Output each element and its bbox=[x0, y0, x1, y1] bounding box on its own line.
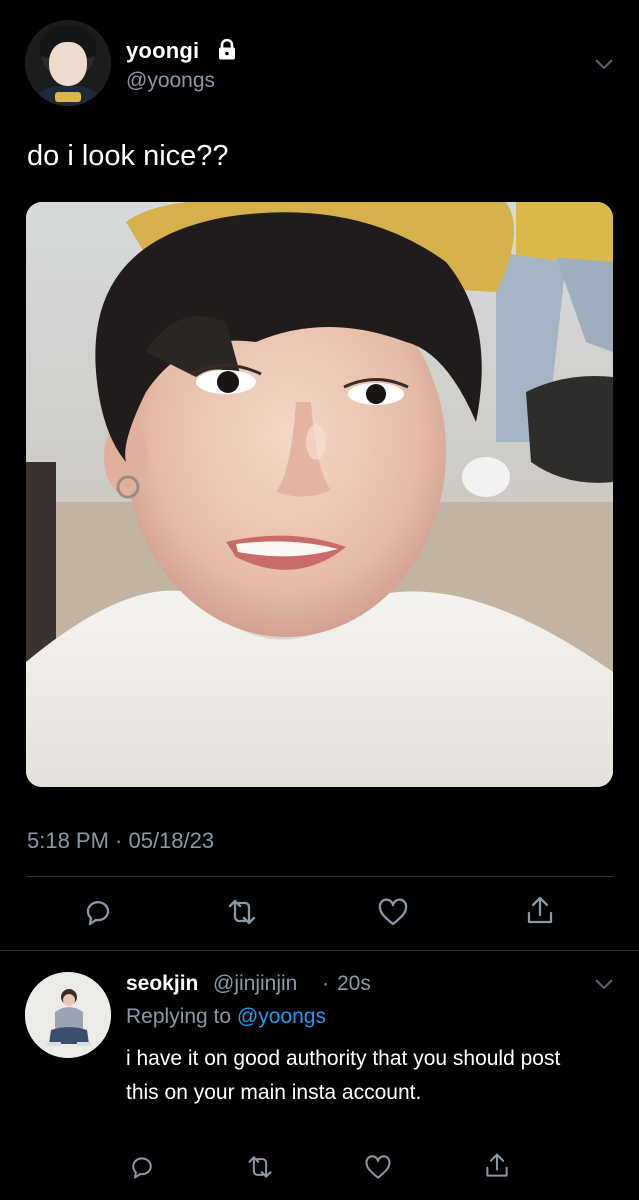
like-icon[interactable] bbox=[377, 897, 409, 929]
selfie-photo-illustration bbox=[26, 202, 613, 787]
profile-avatar[interactable] bbox=[25, 20, 111, 106]
reply-text: i have it on good authority that you sho… bbox=[126, 1047, 561, 1104]
chevron-down-icon[interactable] bbox=[594, 58, 614, 70]
reply-avatar[interactable] bbox=[25, 972, 111, 1058]
reply-handle[interactable]: @jinjinjin bbox=[213, 972, 297, 996]
main-tweet: yoongi @yoongs do i look nice?? 5:18 PM … bbox=[0, 0, 639, 950]
share-icon[interactable] bbox=[483, 1152, 511, 1180]
section-divider bbox=[0, 950, 639, 951]
user-handle[interactable]: @yoongs bbox=[126, 69, 215, 93]
replying-to-line: Replying to @yoongs bbox=[126, 1005, 326, 1029]
like-icon[interactable] bbox=[364, 1154, 392, 1182]
tweet-photo[interactable] bbox=[26, 202, 613, 787]
tweet-timestamp[interactable]: 5:18 PM · 05/18/23 bbox=[27, 828, 214, 854]
reply-icon[interactable] bbox=[128, 1153, 156, 1181]
share-icon[interactable] bbox=[524, 895, 556, 927]
retweet-icon[interactable] bbox=[246, 1153, 274, 1181]
reply-icon[interactable] bbox=[82, 896, 114, 928]
chevron-down-icon[interactable] bbox=[594, 978, 614, 990]
replying-to-mention[interactable]: @yoongs bbox=[237, 1005, 326, 1028]
replying-to-label: Replying to bbox=[126, 1005, 237, 1028]
tweet-text: do i look nice?? bbox=[27, 140, 229, 172]
divider bbox=[26, 876, 613, 877]
reply-separator: · bbox=[322, 972, 329, 995]
reply-display-name[interactable]: seokjin bbox=[126, 972, 198, 996]
reply-time[interactable]: 20s bbox=[337, 972, 371, 996]
retweet-icon[interactable] bbox=[226, 896, 258, 928]
display-name[interactable]: yoongi bbox=[126, 38, 199, 64]
lock-icon bbox=[219, 38, 235, 60]
reply-avatar-image bbox=[25, 972, 111, 1058]
